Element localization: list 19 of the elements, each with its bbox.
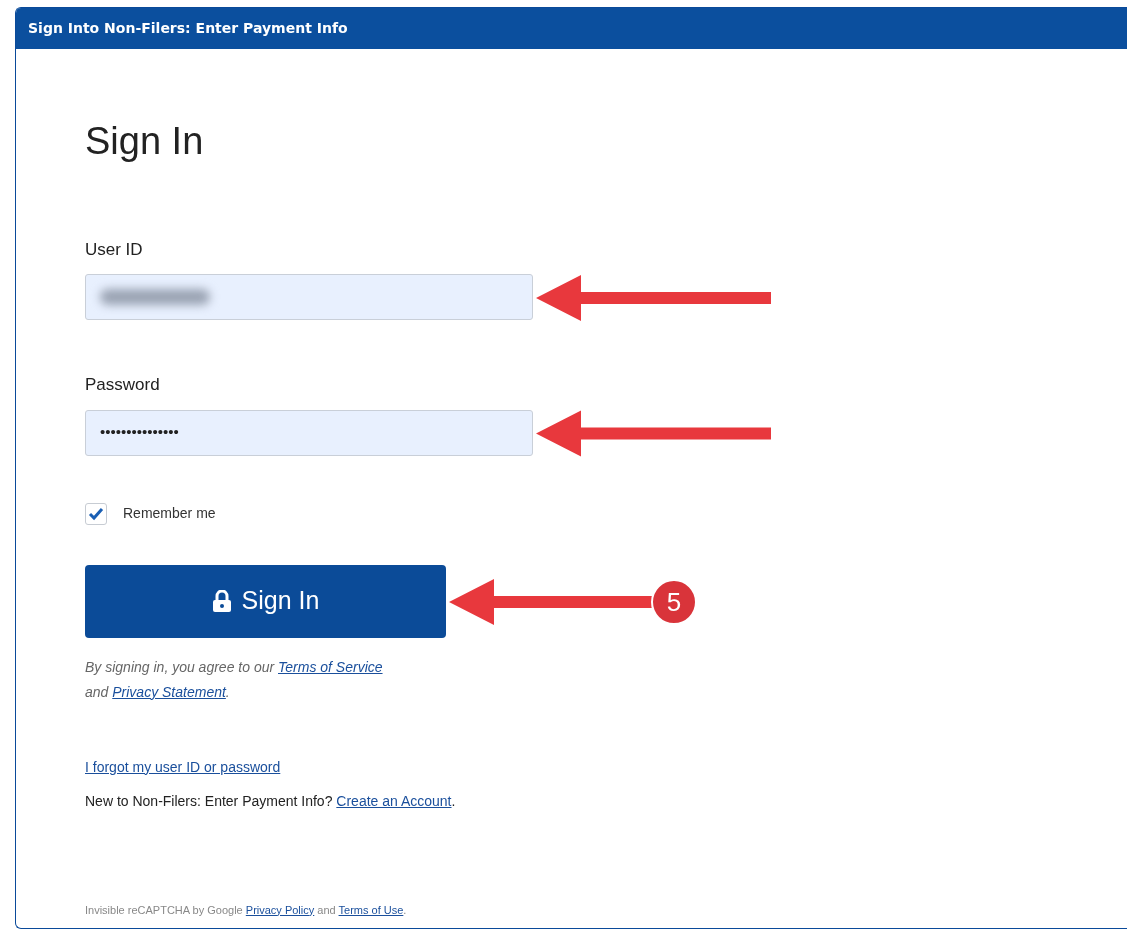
create-account-link[interactable]: Create an Account — [336, 792, 452, 809]
checkbox-label: Remember me — [123, 504, 216, 524]
field-label: User ID — [85, 238, 143, 261]
signup-text: New to Non-Filers: Enter Payment Info? Create an Account. — [85, 791, 457, 811]
checkbox[interactable] — [85, 502, 107, 525]
field-label: Password — [85, 374, 160, 397]
agreement-text: By signing in, you agree to our Terms of Service and Privacy Statement. — [85, 657, 384, 702]
lock-icon — [211, 590, 232, 613]
step-badge: 5 — [651, 579, 697, 626]
sign-in-button[interactable]: Sign In — [85, 564, 446, 638]
input-field[interactable] — [85, 274, 533, 321]
recaptcha-text: Invisible reCAPTCHA by Google Privacy Policy and Terms of Use. — [85, 902, 408, 918]
page-heading: Sign In — [85, 119, 205, 164]
panel-header: Sign Into Non-Filers: Enter Payment Info — [16, 8, 1127, 49]
privacy-link[interactable]: Privacy Policy — [245, 903, 315, 916]
forgot-link[interactable]: I forgot my user ID or password — [85, 756, 281, 778]
link[interactable]: Terms of Service — [278, 658, 383, 675]
link[interactable]: Privacy Statement — [112, 683, 226, 700]
input-field[interactable]: ••••••••••••••• — [85, 409, 533, 456]
